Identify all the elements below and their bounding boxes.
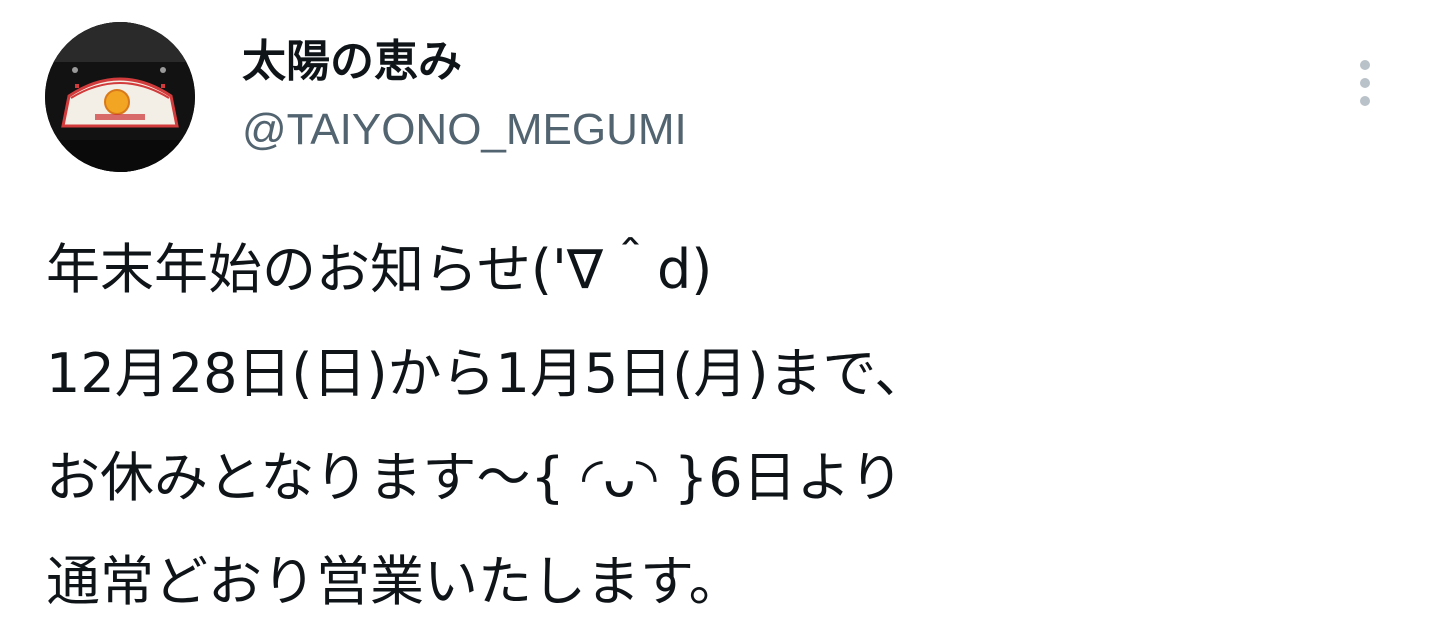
more-icon-dot (1360, 78, 1370, 88)
tweet-text-line: お休みとなります〜{ ◜ᴗ◝ }6日より (46, 446, 904, 509)
tweet-text-line: 12月28日(日)から1月5日(月)まで、 (46, 342, 929, 405)
tweet-text: 年末年始のお知らせ('∇＾d) 12月28日(日)から1月5日(月)まで、 お休… (46, 218, 1406, 634)
tweet-text-line: 通常どおり営業いたします。 (46, 550, 743, 613)
avatar[interactable] (45, 22, 195, 172)
tweet-text-line: 年末年始のお知らせ('∇＾d) (46, 238, 713, 301)
user-handle[interactable]: @TAIYONO_MEGUMI (242, 102, 687, 158)
storefront-sign-avatar-icon (45, 22, 195, 172)
display-name[interactable]: 太陽の恵み (242, 34, 462, 90)
more-options-button[interactable] (1344, 52, 1388, 116)
more-vertical-icon (1360, 60, 1370, 70)
more-icon-dot (1360, 96, 1370, 106)
